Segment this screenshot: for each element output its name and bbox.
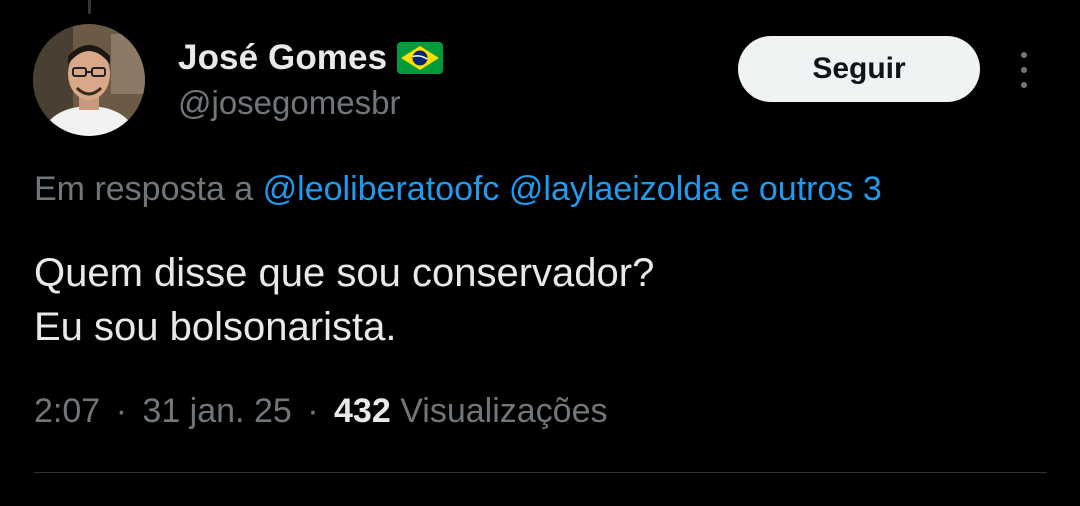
avatar-photo — [33, 24, 145, 136]
meta-separator: · — [115, 392, 127, 430]
author-name-row[interactable]: José Gomes — [178, 36, 444, 80]
divider — [34, 472, 1047, 473]
views-label[interactable]: Visualizações — [400, 392, 607, 430]
thread-connector-line — [88, 0, 91, 14]
avatar[interactable] — [33, 24, 145, 136]
reply-prefix: Em resposta a — [34, 170, 254, 208]
tweet-text: Quem disse que sou conservador? Eu sou b… — [34, 246, 654, 354]
more-vertical-icon[interactable] — [1008, 50, 1040, 90]
more-dot — [1021, 67, 1027, 73]
tweet-meta: 2:07 · 31 jan. 25 · 432 Visualizações — [34, 392, 607, 431]
brazil-flag-icon — [397, 42, 444, 74]
author-handle[interactable]: @josegomesbr — [178, 84, 400, 122]
tweet-text-line: Quem disse que sou conservador? — [34, 251, 655, 295]
tweet-text-line: Eu sou bolsonarista. — [34, 305, 397, 349]
views-count[interactable]: 432 — [334, 392, 391, 430]
others-link[interactable]: e outros 3 — [731, 170, 882, 208]
author-display-name[interactable]: José Gomes — [178, 38, 387, 78]
follow-button[interactable]: Seguir — [738, 36, 980, 102]
meta-separator: · — [307, 392, 319, 430]
tweet-date[interactable]: 31 jan. 25 — [142, 392, 291, 430]
more-dot — [1021, 82, 1027, 88]
reply-context: Em resposta a @leoliberatoofc @laylaeizo… — [34, 170, 882, 209]
mention-link[interactable]: @leoliberatoofc — [263, 170, 500, 208]
more-dot — [1021, 52, 1027, 58]
tweet-time[interactable]: 2:07 — [34, 392, 100, 430]
mention-link[interactable]: @laylaeizolda — [509, 170, 721, 208]
